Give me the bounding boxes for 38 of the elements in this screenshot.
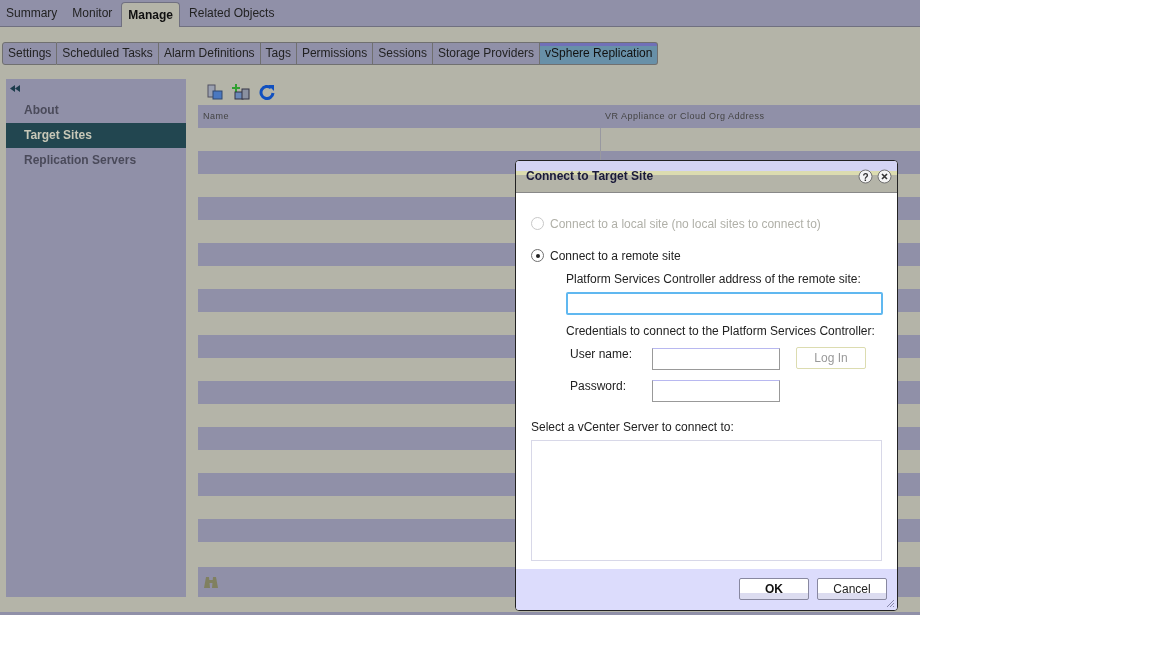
tab[interactable]: Monitor	[66, 6, 119, 26]
tab[interactable]: Settings	[2, 42, 58, 65]
tab[interactable]: Storage Providers	[433, 42, 541, 65]
field-label: User name:	[569, 346, 634, 361]
radio-label: Connect to a local site (no local sites to connect to)	[550, 216, 821, 231]
sidebar-item[interactable]: Replication Servers	[6, 148, 186, 173]
column-header[interactable]: Name	[198, 105, 600, 128]
tab[interactable]: vSphere Replication	[540, 42, 659, 65]
tab[interactable]: Permissions	[296, 42, 374, 65]
password-field[interactable]	[652, 379, 780, 402]
radio-label: Connect to a remote site	[550, 248, 681, 263]
cancel-button[interactable]: Cancel	[817, 578, 887, 601]
field-label: Select a vCenter Server to connect to:	[531, 419, 735, 434]
tab[interactable]: Tags	[260, 42, 297, 65]
help-icon[interactable]: ?	[858, 168, 873, 184]
dialog-title: Connect to Target Site	[526, 169, 655, 184]
radio-button[interactable]	[531, 249, 544, 263]
field-label: Credentials to connect to the Platform Services Controller:	[566, 323, 876, 338]
column-header[interactable]: VR Appliance or Cloud Org Address	[600, 105, 920, 128]
field-label: Password:	[569, 378, 628, 393]
username-field[interactable]	[652, 347, 780, 370]
sidebar-item[interactable]: About	[6, 98, 186, 123]
ok-button[interactable]: OK	[739, 578, 809, 601]
tab[interactable]: Summary	[0, 6, 64, 26]
collapse-icon[interactable]	[10, 85, 20, 92]
resize-grip-icon[interactable]	[886, 599, 895, 608]
tab[interactable]: Manage	[121, 2, 181, 27]
sidebar-item[interactable]: Target Sites	[6, 123, 186, 148]
refresh-icon[interactable]	[259, 84, 275, 100]
tab[interactable]: Related Objects	[183, 6, 281, 26]
close-icon[interactable]	[877, 168, 892, 184]
tab[interactable]: Sessions	[373, 42, 433, 65]
field-label: Platform Services Controller address of the remote site:	[566, 271, 862, 286]
add-site-icon[interactable]	[232, 84, 250, 100]
tab[interactable]: Scheduled Tasks	[57, 42, 159, 65]
servers-icon[interactable]	[207, 84, 223, 100]
tab[interactable]: Alarm Definitions	[158, 42, 261, 65]
address-field[interactable]	[566, 291, 883, 315]
